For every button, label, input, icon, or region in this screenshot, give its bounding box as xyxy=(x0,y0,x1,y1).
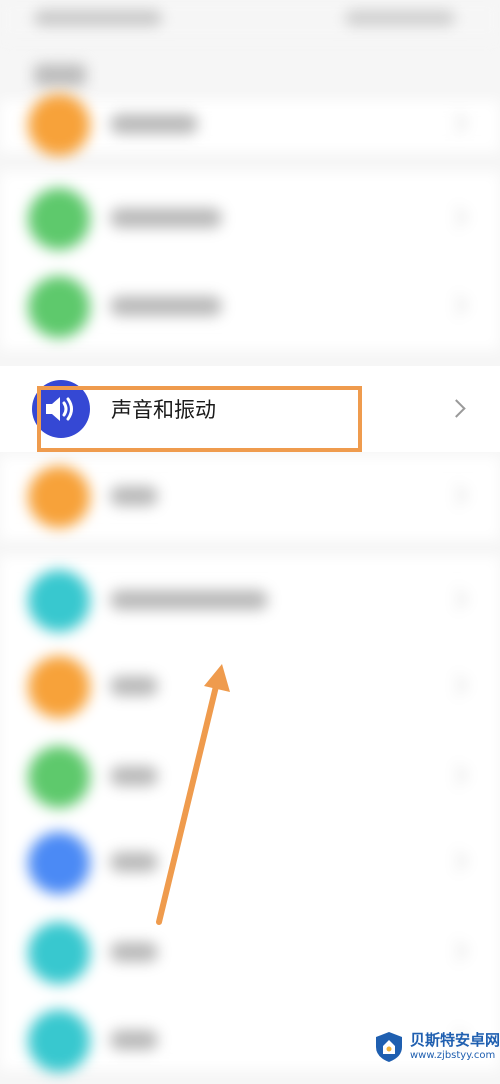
settings-row[interactable] xyxy=(0,642,500,730)
chevron-right-icon xyxy=(447,207,467,227)
status-text-placeholder xyxy=(34,10,162,26)
watermark-title: 贝斯特安卓网 xyxy=(410,1031,500,1049)
chevron-right-icon xyxy=(447,485,467,505)
row-label-placeholder xyxy=(110,1030,158,1050)
highlight-box xyxy=(37,386,362,452)
app-icon xyxy=(28,746,90,808)
chevron-right-icon xyxy=(447,113,467,133)
app-icon xyxy=(28,656,90,718)
chevron-right-icon xyxy=(447,675,467,695)
chevron-right-icon xyxy=(447,589,467,609)
row-label-placeholder xyxy=(110,296,222,316)
pointer-arrow xyxy=(156,664,230,925)
app-icon xyxy=(28,1010,90,1072)
settings-row[interactable] xyxy=(0,818,500,906)
shield-logo-icon xyxy=(376,1032,402,1062)
app-icon xyxy=(28,832,90,894)
settings-row[interactable] xyxy=(0,732,500,820)
row-label-placeholder xyxy=(110,486,158,506)
app-icon xyxy=(28,466,90,528)
chevron-right-icon xyxy=(447,941,467,961)
watermark: 贝斯特安卓网 www.zjbstyy.com xyxy=(368,1028,500,1068)
status-right-placeholder xyxy=(345,10,455,26)
settings-row[interactable] xyxy=(0,262,500,350)
row-label-placeholder xyxy=(110,942,158,962)
status-area xyxy=(0,0,500,40)
app-icon xyxy=(28,188,90,250)
settings-row[interactable] xyxy=(0,556,500,644)
settings-row[interactable] xyxy=(0,80,500,168)
app-icon xyxy=(28,276,90,338)
app-icon xyxy=(28,94,90,156)
settings-group-4 xyxy=(0,556,500,1072)
app-icon xyxy=(28,922,90,984)
watermark-url: www.zjbstyy.com xyxy=(410,1050,496,1061)
chevron-right-icon xyxy=(447,851,467,871)
row-label-placeholder xyxy=(110,208,222,228)
row-label-placeholder xyxy=(110,590,268,610)
settings-group-3 xyxy=(0,456,500,540)
chevron-right-icon xyxy=(447,295,467,315)
app-icon xyxy=(28,570,90,632)
settings-row[interactable] xyxy=(0,908,500,996)
settings-group-1 xyxy=(0,94,500,156)
settings-row[interactable] xyxy=(0,174,500,262)
chevron-right-icon xyxy=(447,765,467,785)
settings-row[interactable] xyxy=(0,452,500,540)
settings-group-2 xyxy=(0,172,500,350)
row-label-placeholder xyxy=(110,114,198,134)
